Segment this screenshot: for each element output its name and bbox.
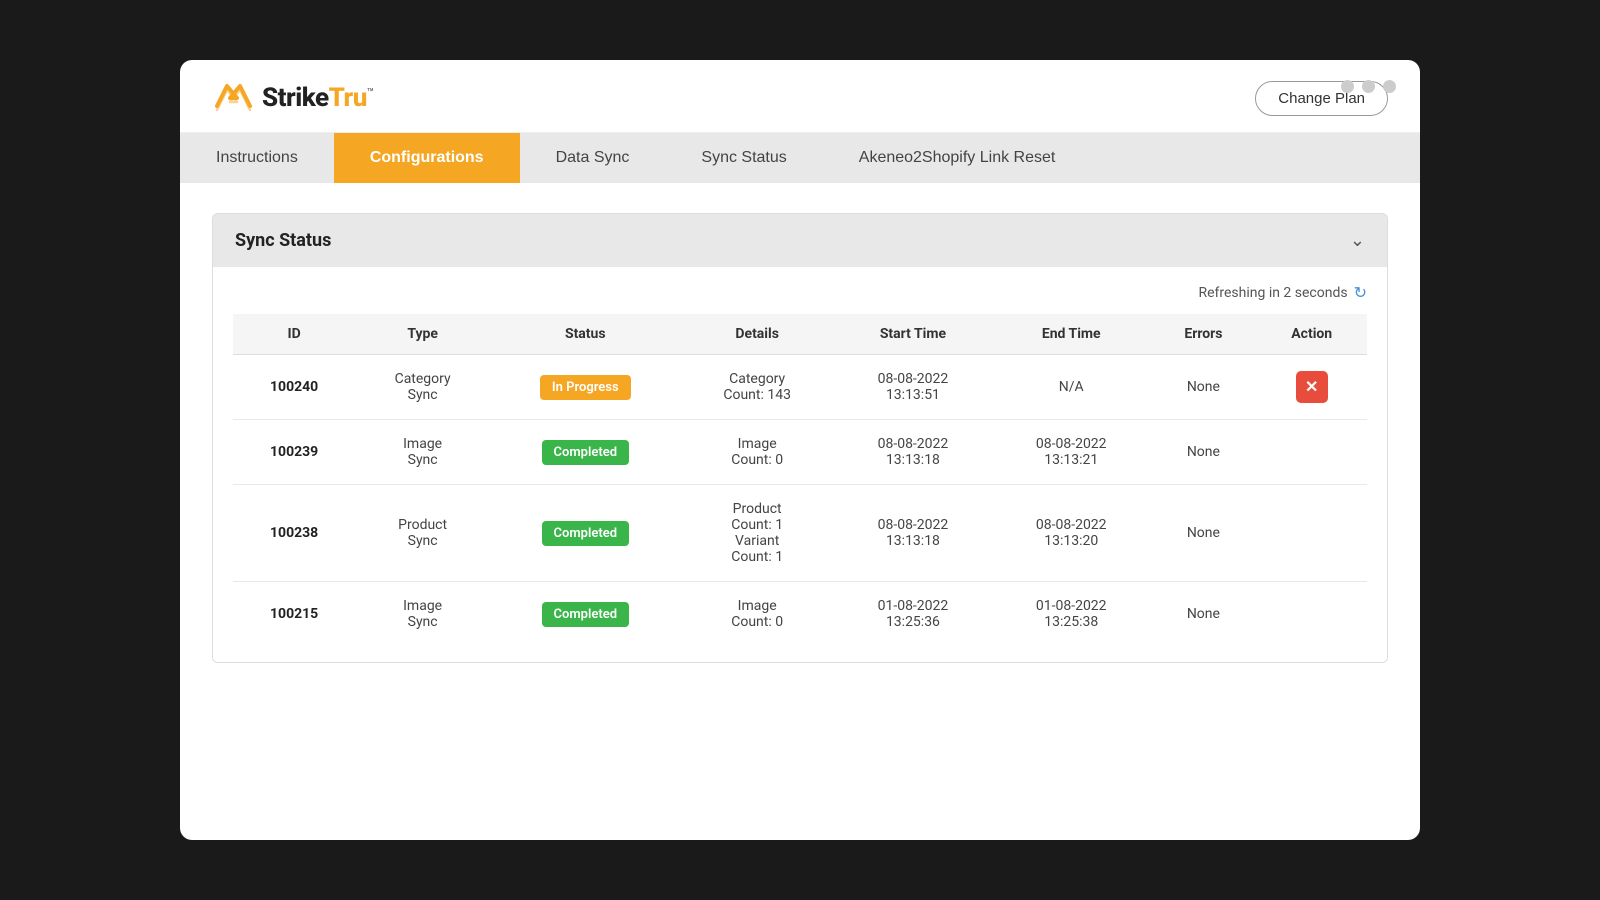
status-badge: Completed xyxy=(542,440,630,465)
logo-icon xyxy=(212,78,252,118)
cell-type: Image Sync xyxy=(355,582,490,647)
col-start-time: Start Time xyxy=(834,314,992,355)
tab-link-reset[interactable]: Akeneo2Shopify Link Reset xyxy=(823,133,1092,183)
app-window: StrikeTru™ Change Plan Instructions Conf… xyxy=(180,60,1420,840)
chevron-down-icon: ⌄ xyxy=(1350,230,1365,251)
cell-end-time: 08-08-2022 13:13:21 xyxy=(992,420,1150,485)
header: StrikeTru™ Change Plan xyxy=(180,60,1420,133)
cell-id: 100239 xyxy=(233,420,355,485)
cell-action xyxy=(1256,420,1367,485)
sync-status-panel: Sync Status ⌄ Refreshing in 2 seconds ↻ … xyxy=(212,213,1388,663)
sync-status-panel-title: Sync Status xyxy=(235,230,331,251)
cell-action xyxy=(1256,582,1367,647)
refresh-text: Refreshing in 2 seconds xyxy=(1198,285,1347,301)
col-type: Type xyxy=(355,314,490,355)
cell-type: Category Sync xyxy=(355,355,490,420)
logo-tru: Tru xyxy=(329,83,367,113)
col-end-time: End Time xyxy=(992,314,1150,355)
cell-end-time: 01-08-2022 13:25:38 xyxy=(992,582,1150,647)
cell-details: Image Count: 0 xyxy=(681,420,834,485)
sync-status-panel-body: Refreshing in 2 seconds ↻ ID Type Status… xyxy=(213,267,1387,662)
cell-start-time: 08-08-2022 13:13:51 xyxy=(834,355,992,420)
cell-errors: None xyxy=(1150,355,1256,420)
cancel-button[interactable]: ✕ xyxy=(1296,371,1328,403)
cell-status: In Progress xyxy=(490,355,680,420)
refresh-icon[interactable]: ↻ xyxy=(1354,283,1367,302)
col-errors: Errors xyxy=(1150,314,1256,355)
status-badge: Completed xyxy=(542,602,630,627)
refresh-bar: Refreshing in 2 seconds ↻ xyxy=(233,283,1367,302)
cell-details: Image Count: 0 xyxy=(681,582,834,647)
cell-status: Completed xyxy=(490,420,680,485)
status-badge: Completed xyxy=(542,521,630,546)
col-status: Status xyxy=(490,314,680,355)
cell-details: Product Count: 1 Variant Count: 1 xyxy=(681,485,834,582)
logo-trademark: ™ xyxy=(367,85,374,99)
sync-status-panel-header[interactable]: Sync Status ⌄ xyxy=(213,214,1387,267)
window-dot-2 xyxy=(1362,80,1375,93)
col-details: Details xyxy=(681,314,834,355)
logo-strike: Strike xyxy=(262,83,329,113)
cell-action xyxy=(1256,485,1367,582)
nav-tabs: Instructions Configurations Data Sync Sy… xyxy=(180,133,1420,183)
logo: StrikeTru™ xyxy=(212,78,374,118)
col-action: Action xyxy=(1256,314,1367,355)
window-dot-3 xyxy=(1383,80,1396,93)
main-content: Sync Status ⌄ Refreshing in 2 seconds ↻ … xyxy=(180,183,1420,693)
table-header-row: ID Type Status Details Start Time End Ti… xyxy=(233,314,1367,355)
status-badge: In Progress xyxy=(540,375,631,400)
cell-type: Product Sync xyxy=(355,485,490,582)
cell-start-time: 01-08-2022 13:25:36 xyxy=(834,582,992,647)
table-row: 100240Category Sync In Progress Category C… xyxy=(233,355,1367,420)
tab-sync-status[interactable]: Sync Status xyxy=(665,133,822,183)
table-row: 100238Product Sync Completed Product Count… xyxy=(233,485,1367,582)
sync-table: ID Type Status Details Start Time End Ti… xyxy=(233,314,1367,646)
cell-action: ✕ xyxy=(1256,355,1367,420)
cell-errors: None xyxy=(1150,420,1256,485)
cell-status: Completed xyxy=(490,582,680,647)
window-dot-1 xyxy=(1341,80,1354,93)
tab-instructions[interactable]: Instructions xyxy=(180,133,334,183)
logo-text: StrikeTru™ xyxy=(262,83,374,113)
cell-details: Category Count: 143 xyxy=(681,355,834,420)
cell-start-time: 08-08-2022 13:13:18 xyxy=(834,485,992,582)
tab-configurations[interactable]: Configurations xyxy=(334,133,520,183)
tab-data-sync[interactable]: Data Sync xyxy=(520,133,666,183)
cell-type: Image Sync xyxy=(355,420,490,485)
cell-id: 100215 xyxy=(233,582,355,647)
cell-errors: None xyxy=(1150,582,1256,647)
cell-errors: None xyxy=(1150,485,1256,582)
table-row: 100215Image SyncCompletedImage Count: 00… xyxy=(233,582,1367,647)
cell-status: Completed xyxy=(490,485,680,582)
col-id: ID xyxy=(233,314,355,355)
cell-start-time: 08-08-2022 13:13:18 xyxy=(834,420,992,485)
cell-end-time: 08-08-2022 13:13:20 xyxy=(992,485,1150,582)
cell-id: 100240 xyxy=(233,355,355,420)
cell-id: 100238 xyxy=(233,485,355,582)
table-row: 100239Image SyncCompletedImage Count: 00… xyxy=(233,420,1367,485)
window-controls xyxy=(1341,80,1396,93)
cell-end-time: N/A xyxy=(992,355,1150,420)
